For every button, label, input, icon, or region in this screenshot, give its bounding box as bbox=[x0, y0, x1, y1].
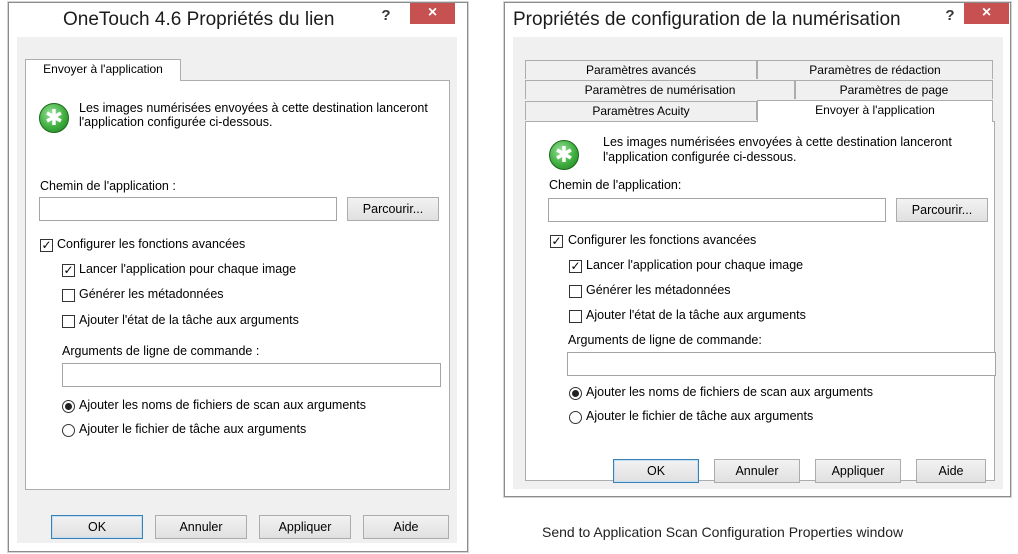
description-label: Les images numérisées envoyées à cette d… bbox=[79, 101, 428, 129]
dialog-client: Paramètres avancés Paramètres de rédacti… bbox=[513, 37, 1003, 489]
ok-button[interactable]: OK bbox=[613, 459, 699, 483]
advanced-functions-checkbox[interactable]: ✓ bbox=[40, 239, 53, 252]
tab-acuity-settings[interactable]: Paramètres Acuity bbox=[525, 101, 757, 120]
job-state-label: Ajouter l'état de la tâche aux arguments bbox=[79, 313, 299, 327]
launch-each-image-label: Lancer l'application pour chaque image bbox=[79, 262, 297, 276]
apply-button[interactable]: Appliquer bbox=[259, 515, 351, 539]
generate-metadata-checkbox[interactable] bbox=[569, 285, 582, 298]
launch-each-image-checkbox[interactable]: ✓ bbox=[62, 264, 75, 277]
launch-each-image-checkbox[interactable]: ✓ bbox=[569, 260, 582, 273]
title-bar[interactable]: Propriétés de configuration de la numéri… bbox=[505, 3, 1010, 37]
browse-button[interactable]: Parcourir... bbox=[896, 198, 988, 222]
tab-panel bbox=[525, 121, 995, 481]
tab-scan-settings[interactable]: Paramètres de numérisation bbox=[525, 80, 795, 99]
description-label: Les images numérisées envoyées à cette d… bbox=[603, 135, 952, 164]
cancel-button[interactable]: Annuler bbox=[714, 459, 800, 483]
description-text: Les images numérisées envoyées à cette d… bbox=[603, 135, 988, 165]
application-path-label: Chemin de l'application: bbox=[549, 178, 682, 192]
dialog-client: Envoyer à l'application ✱ Les images num… bbox=[17, 37, 457, 543]
help-icon[interactable]: ? bbox=[940, 5, 960, 29]
help-button[interactable]: Aide bbox=[363, 515, 449, 539]
filenames-radio-label: Ajouter les noms de fichiers de scan aux… bbox=[79, 398, 366, 412]
help-icon[interactable]: ? bbox=[376, 5, 396, 29]
advanced-functions-label: Configurer les fonctions avancées bbox=[568, 233, 757, 247]
jobfile-radio-label: Ajouter le fichier de tâche aux argument… bbox=[586, 409, 814, 423]
cancel-button[interactable]: Annuler bbox=[155, 515, 247, 539]
jobfile-radio-label: Ajouter le fichier de tâche aux argument… bbox=[79, 422, 307, 436]
command-args-label: Arguments de ligne de commande : bbox=[62, 344, 260, 358]
tab-page-settings[interactable]: Paramètres de page bbox=[795, 80, 993, 99]
tab-send-to-application[interactable]: Envoyer à l'application bbox=[757, 100, 993, 122]
advanced-functions-checkbox[interactable]: ✓ bbox=[550, 235, 563, 248]
filenames-radio[interactable] bbox=[62, 400, 75, 413]
job-state-label: Ajouter l'état de la tâche aux arguments bbox=[586, 308, 806, 322]
generate-metadata-label: Générer les métadonnées bbox=[586, 283, 731, 297]
ok-button[interactable]: OK bbox=[51, 515, 143, 539]
close-button[interactable]: × bbox=[410, 3, 455, 24]
tab-redaction-settings[interactable]: Paramètres de rédaction bbox=[757, 60, 993, 79]
scan-configuration-window: Propriétés de configuration de la numéri… bbox=[504, 2, 1011, 497]
green-star-icon: ✱ bbox=[549, 140, 579, 170]
tab-advanced-settings[interactable]: Paramètres avancés bbox=[525, 60, 757, 79]
window-title: OneTouch 4.6 Propriétés du lien bbox=[63, 9, 335, 30]
window-title: Propriétés de configuration de la numéri… bbox=[513, 9, 901, 30]
filenames-radio-label: Ajouter les noms de fichiers de scan aux… bbox=[586, 385, 873, 399]
application-path-input[interactable] bbox=[39, 197, 337, 221]
application-path-label: Chemin de l'application : bbox=[40, 179, 176, 193]
job-state-checkbox[interactable] bbox=[62, 315, 75, 328]
browse-button[interactable]: Parcourir... bbox=[347, 197, 439, 221]
command-args-input[interactable] bbox=[567, 352, 996, 376]
command-args-label: Arguments de ligne de commande: bbox=[568, 333, 762, 347]
title-bar[interactable]: OneTouch 4.6 Propriétés du lien ? × bbox=[9, 3, 467, 37]
filenames-radio[interactable] bbox=[569, 387, 582, 400]
generate-metadata-label: Générer les métadonnées bbox=[79, 287, 224, 301]
tab-send-to-application[interactable]: Envoyer à l'application bbox=[25, 59, 181, 81]
job-state-checkbox[interactable] bbox=[569, 310, 582, 323]
launch-each-image-label: Lancer l'application pour chaque image bbox=[586, 258, 804, 272]
application-path-input[interactable] bbox=[548, 198, 886, 222]
green-star-icon: ✱ bbox=[39, 103, 69, 133]
figure-caption: Send to Application Scan Configuration P… bbox=[542, 524, 904, 540]
jobfile-radio[interactable] bbox=[62, 424, 75, 437]
help-button[interactable]: Aide bbox=[916, 459, 986, 483]
close-button[interactable]: × bbox=[964, 3, 1009, 24]
link-properties-window: OneTouch 4.6 Propriétés du lien ? × Envo… bbox=[8, 2, 468, 552]
advanced-functions-label: Configurer les fonctions avancées bbox=[57, 237, 246, 251]
jobfile-radio[interactable] bbox=[569, 411, 582, 424]
apply-button[interactable]: Appliquer bbox=[815, 459, 901, 483]
generate-metadata-checkbox[interactable] bbox=[62, 289, 75, 302]
description-text: Les images numérisées envoyées à cette d… bbox=[79, 101, 439, 129]
command-args-input[interactable] bbox=[62, 363, 441, 387]
